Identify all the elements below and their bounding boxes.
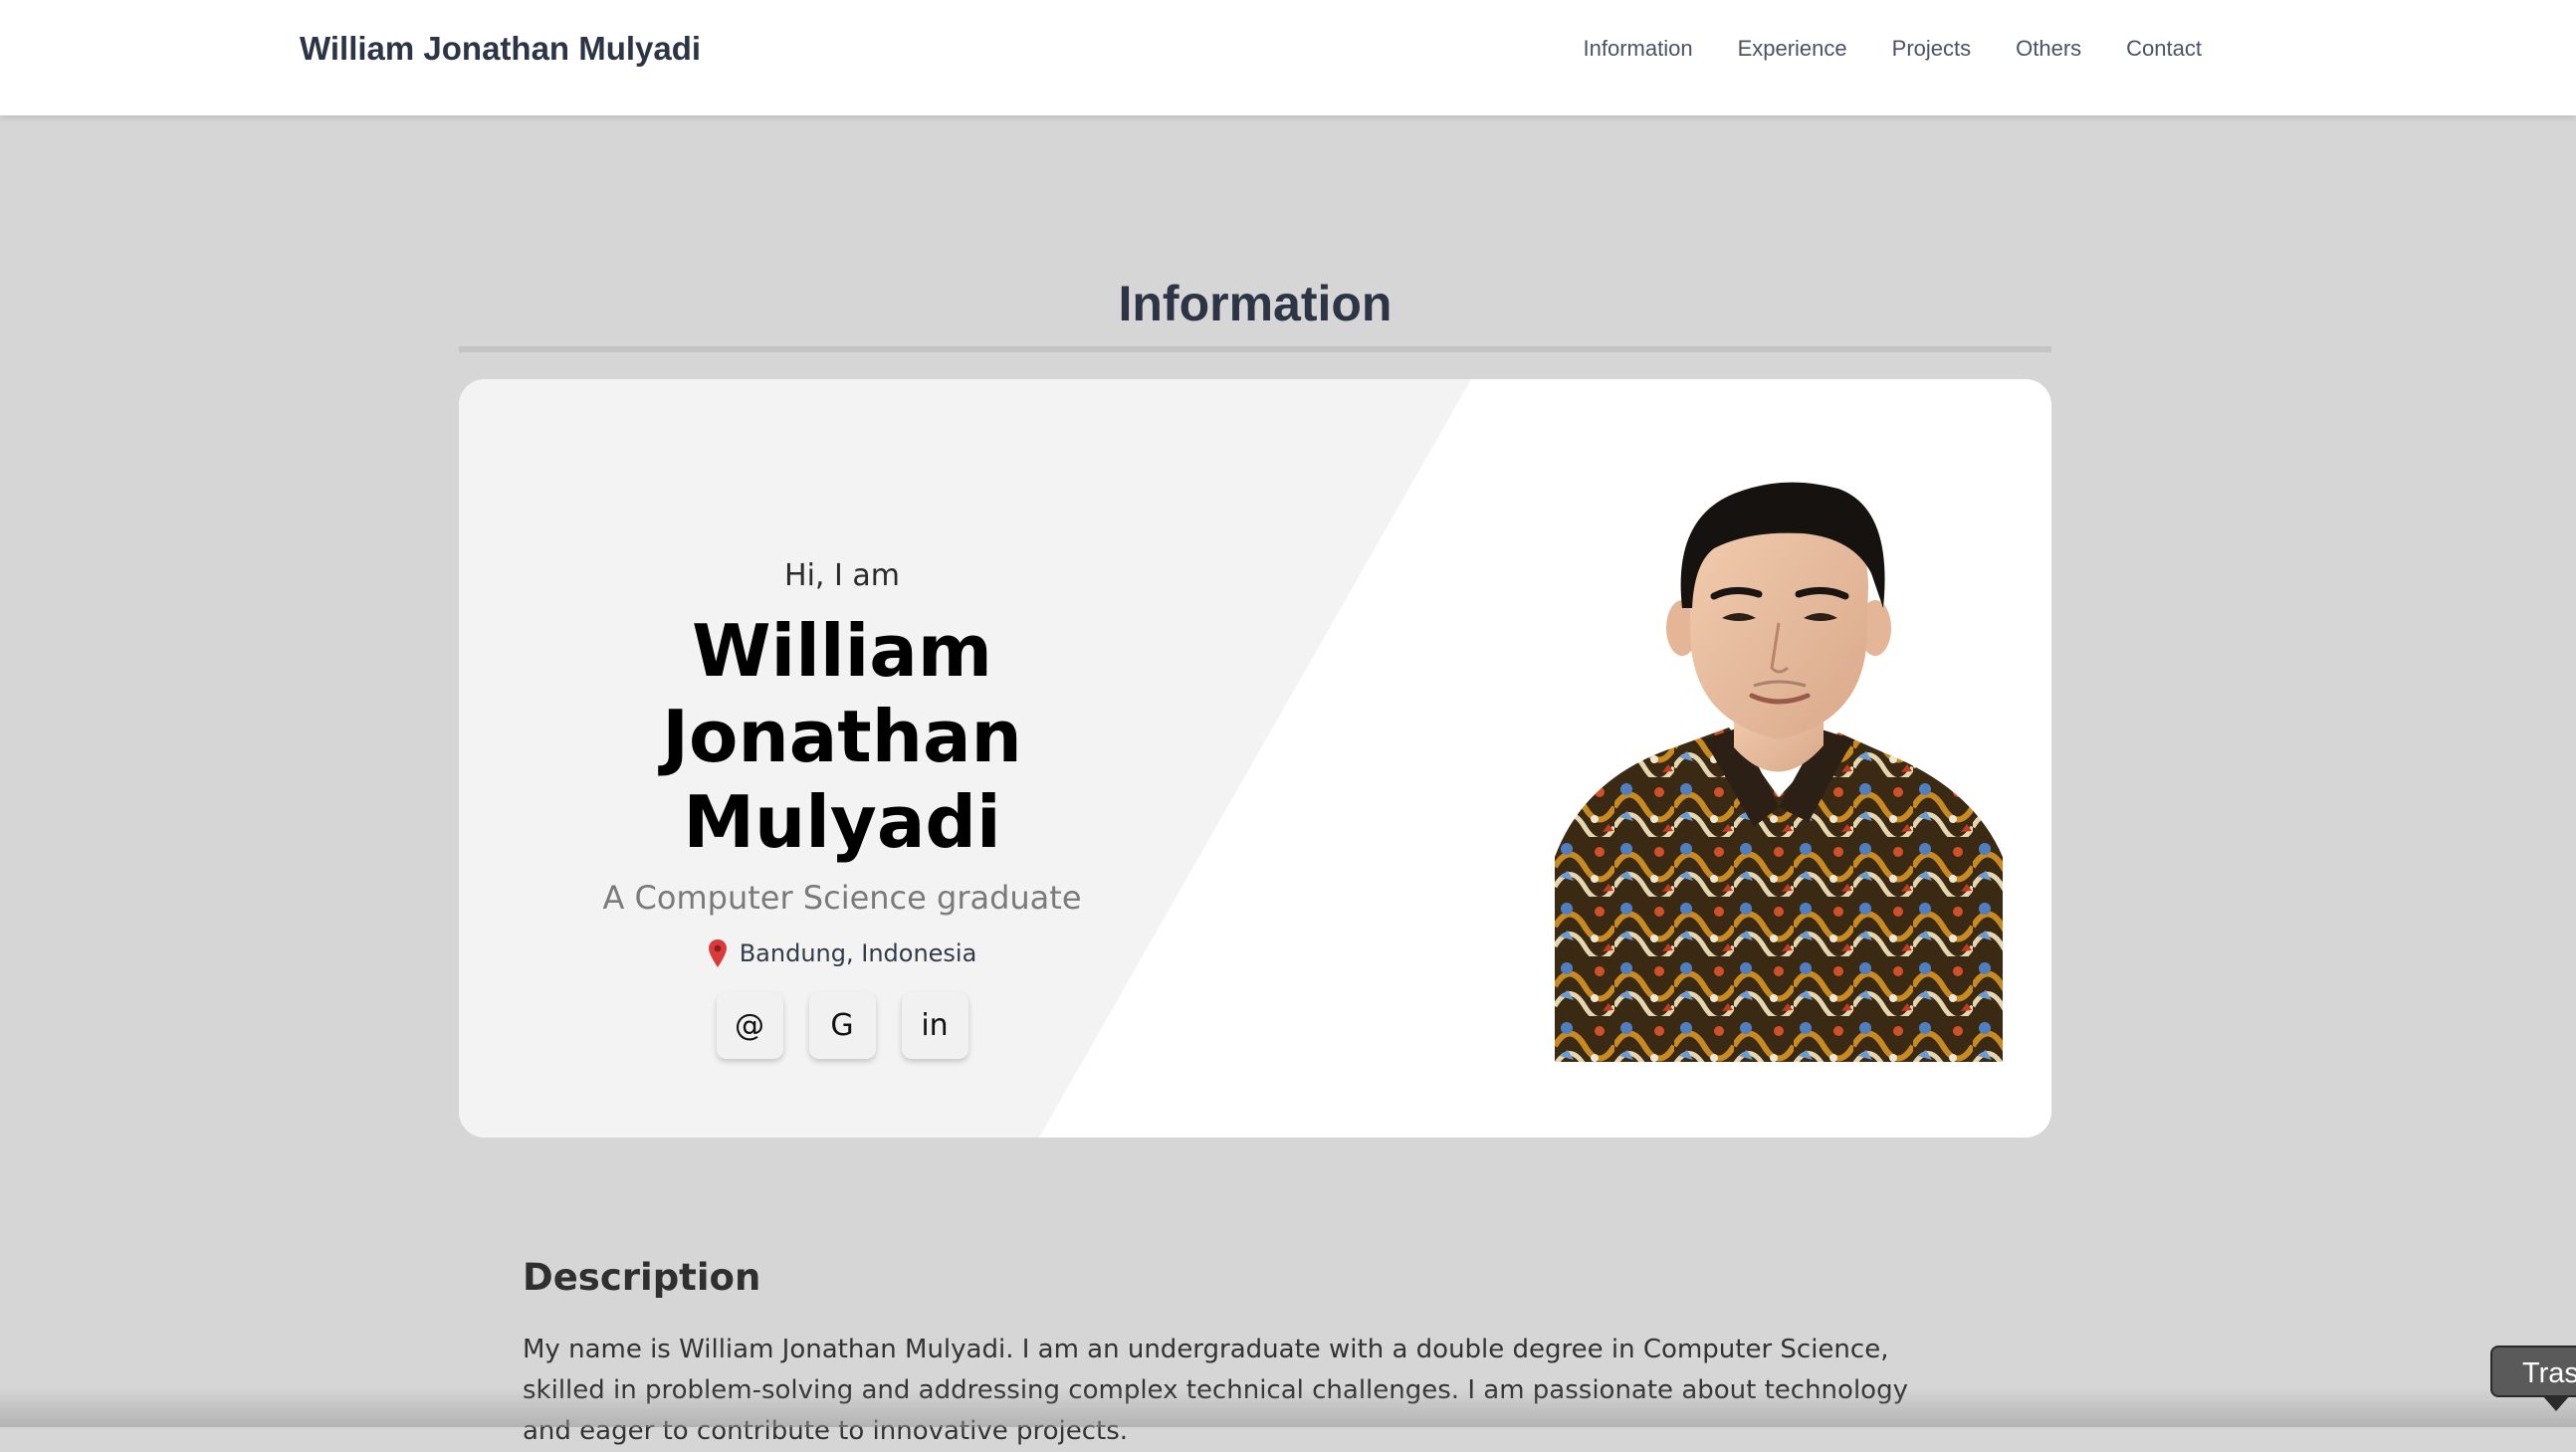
email-icon: @ bbox=[735, 1008, 764, 1044]
hero-name: William Jonathan Mulyadi bbox=[662, 609, 1022, 864]
section-divider bbox=[459, 346, 2051, 352]
profile-photo bbox=[1555, 482, 2003, 1062]
email-button[interactable]: @ bbox=[716, 992, 783, 1060]
hero-text-block: Hi, I am William Jonathan Mulyadi A Comp… bbox=[519, 558, 1166, 1060]
top-navbar: William Jonathan Mulyadi Information Exp… bbox=[0, 0, 2576, 115]
nav-link-contact[interactable]: Contact bbox=[2126, 36, 2202, 62]
linkedin-icon: in bbox=[921, 1008, 949, 1044]
nav-link-experience[interactable]: Experience bbox=[1738, 36, 1847, 62]
site-brand[interactable]: William Jonathan Mulyadi bbox=[300, 30, 701, 68]
map-pin-icon bbox=[708, 939, 727, 968]
hero-location: Bandung, Indonesia bbox=[519, 938, 1166, 968]
hero-tagline: A Computer Science graduate bbox=[602, 879, 1082, 917]
hero-greeting: Hi, I am bbox=[784, 558, 900, 593]
floating-translate-button[interactable]: Tras bbox=[2490, 1346, 2576, 1411]
nav-link-others[interactable]: Others bbox=[2016, 36, 2081, 62]
description-title: Description bbox=[523, 1256, 761, 1299]
github-button[interactable]: G bbox=[808, 992, 876, 1060]
github-icon: G bbox=[830, 1008, 854, 1044]
hero-card: Hi, I am William Jonathan Mulyadi A Comp… bbox=[459, 379, 2051, 1138]
nav-link-projects[interactable]: Projects bbox=[1892, 36, 1971, 62]
main-nav: Information Experience Projects Others C… bbox=[1584, 36, 2202, 62]
hero-location-text: Bandung, Indonesia bbox=[739, 939, 977, 968]
linkedin-button[interactable]: in bbox=[901, 992, 968, 1060]
nav-link-information[interactable]: Information bbox=[1584, 36, 1693, 62]
section-title: Information bbox=[1118, 276, 1393, 331]
description-body: My name is William Jonathan Mulyadi. I a… bbox=[523, 1335, 1908, 1446]
social-links: @ G in bbox=[519, 992, 1166, 1060]
